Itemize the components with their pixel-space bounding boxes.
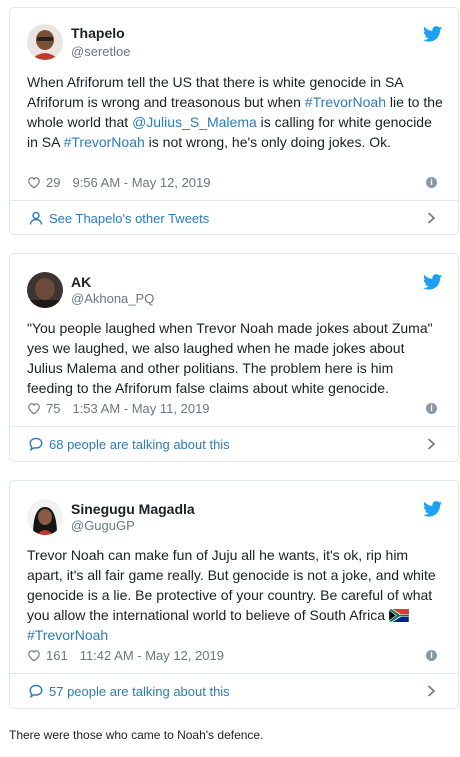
info-icon[interactable]: i	[426, 403, 437, 414]
info-icon[interactable]: i	[426, 650, 437, 661]
chevron-right-icon[interactable]	[427, 212, 436, 224]
author-name[interactable]: Thapelo	[71, 25, 125, 41]
twitter-bird-icon[interactable]	[423, 501, 442, 517]
conversation-link[interactable]: 68 people are talking about this	[10, 426, 458, 462]
timestamp-link[interactable]: 9:56 AM - May 12, 2019	[72, 175, 210, 190]
author-handle[interactable]: @Akhona_PQ	[71, 291, 154, 306]
heart-icon[interactable]	[27, 649, 41, 662]
conversation-link[interactable]: 57 people are talking about this	[10, 673, 458, 709]
mention-link[interactable]: @Julius_S_Malema	[132, 114, 257, 130]
tweet-text: Trevor Noah can make fun of Juju all he …	[27, 545, 443, 645]
speech-bubble-icon	[29, 437, 43, 451]
timestamp-link[interactable]: 1:53 AM - May 11, 2019	[72, 401, 209, 416]
author-name[interactable]: AK	[71, 274, 91, 290]
chevron-right-icon[interactable]	[427, 438, 436, 450]
avatar[interactable]	[27, 499, 63, 535]
tweet-text: When Afriforum tell the US that there is…	[27, 72, 443, 152]
tweet-text-segment: Trevor Noah can make fun of Juju all he …	[27, 547, 436, 623]
tweet-meta: 161 11:42 AM - May 12, 2019	[27, 646, 224, 664]
tweet-header: AK @Akhona_PQ	[10, 254, 458, 308]
avatar[interactable]	[27, 24, 63, 60]
footer-label: 57 people are talking about this	[49, 683, 230, 699]
tweet-card: Thapelo @seretloe When Afriforum tell th…	[9, 7, 459, 235]
chevron-right-icon[interactable]	[427, 685, 436, 697]
author-handle[interactable]: @GuguGP	[71, 518, 135, 533]
like-count[interactable]: 29	[46, 175, 60, 190]
like-count[interactable]: 161	[46, 648, 68, 663]
author-name[interactable]: Sinegugu Magadla	[71, 501, 195, 517]
tweet-card: AK @Akhona_PQ "You people laughed when T…	[9, 253, 459, 462]
heart-icon[interactable]	[27, 176, 41, 189]
footer-label: 68 people are talking about this	[49, 436, 230, 452]
hashtag-link[interactable]: #TrevorNoah	[27, 627, 108, 643]
twitter-bird-icon[interactable]	[423, 26, 442, 42]
tweet-header: Sinegugu Magadla @GuguGP	[10, 481, 458, 535]
info-icon[interactable]: i	[426, 177, 437, 188]
person-icon	[29, 211, 43, 225]
tweet-text: "You people laughed when Trevor Noah mad…	[27, 320, 433, 396]
hashtag-link[interactable]: #TrevorNoah	[305, 94, 386, 110]
south-africa-flag-icon	[389, 609, 409, 622]
tweet-meta: 75 1:53 AM - May 11, 2019	[27, 399, 210, 417]
tweet-meta: 29 9:56 AM - May 12, 2019	[27, 173, 211, 191]
timestamp-link[interactable]: 11:42 AM - May 12, 2019	[80, 648, 224, 663]
heart-icon[interactable]	[27, 402, 41, 415]
like-count[interactable]: 75	[46, 401, 60, 416]
article-caption: There were those who came to Noah's defe…	[9, 728, 264, 742]
tweet-text-segment: is not wrong, he's only doing jokes. Ok.	[144, 134, 392, 150]
tweet-card: Sinegugu Magadla @GuguGP Trevor Noah can…	[9, 480, 459, 709]
avatar[interactable]	[27, 272, 63, 308]
speech-bubble-icon	[29, 684, 43, 698]
twitter-bird-icon[interactable]	[423, 274, 442, 290]
footer-label: See Thapelo's other Tweets	[49, 210, 210, 226]
see-other-tweets-link[interactable]: See Thapelo's other Tweets	[10, 200, 458, 236]
tweet-header: Thapelo @seretloe	[10, 8, 458, 60]
author-handle[interactable]: @seretloe	[71, 44, 130, 59]
hashtag-link[interactable]: #TrevorNoah	[64, 134, 145, 150]
